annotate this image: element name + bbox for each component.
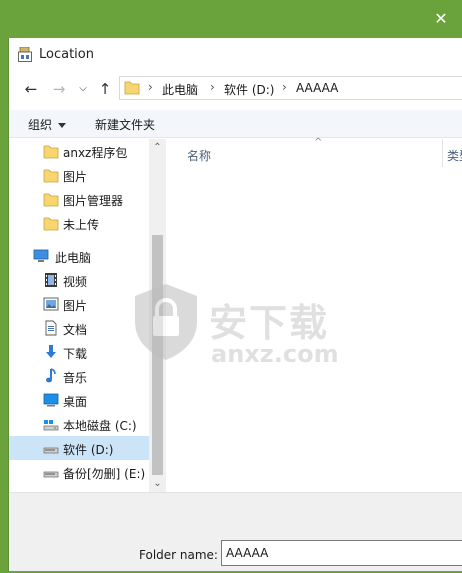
drive-icon — [43, 420, 59, 431]
tree-item-pictures[interactable]: 图片 — [9, 292, 149, 316]
folder-icon — [43, 193, 59, 207]
app-icon — [18, 47, 32, 62]
organize-button[interactable]: 组织 — [28, 116, 67, 133]
tree-item-label: 此电脑 — [55, 251, 92, 265]
tree-item-videos[interactable]: 视频 — [9, 268, 149, 292]
recent-locations-button[interactable]: ⌵ — [73, 78, 93, 100]
tree-item-not-uploaded[interactable]: 未上传 — [9, 211, 149, 235]
tree-item-label: 视频 — [63, 275, 88, 289]
back-button[interactable]: ← — [21, 78, 41, 100]
new-folder-button[interactable]: 新建文件夹 — [95, 116, 155, 133]
folder-icon — [43, 145, 59, 159]
arrow-left-icon: ← — [24, 80, 38, 98]
download-icon — [46, 345, 56, 358]
folder-icon — [43, 169, 59, 183]
breadcrumb-drive-d[interactable]: 软件 (D:) — [224, 81, 274, 98]
tree-item-desktop[interactable]: 桌面 — [9, 388, 149, 412]
breadcrumb-this-pc[interactable]: 此电脑 — [162, 81, 198, 98]
forward-button[interactable]: → — [49, 78, 69, 100]
shield-lock-icon — [135, 284, 197, 360]
bottom-panel: Folder name: — [9, 492, 462, 571]
address-bar[interactable]: › 此电脑 › 软件 (D:) › AAAAA — [119, 76, 462, 100]
tree-item-label: 文档 — [63, 323, 88, 337]
dialog-client: Location ← → ⌵ ↑ › 此电脑 › 软件 (D:) › AAAAA… — [8, 38, 462, 571]
tree-item-label: 图片管理器 — [63, 194, 124, 208]
pictures-icon — [43, 297, 59, 311]
watermark-en-text: anxz.com — [211, 340, 339, 368]
tree-item-drive-d[interactable]: 软件 (D:) — [9, 436, 149, 460]
chevron-down-icon: ⌵ — [79, 83, 87, 94]
breadcrumb-separator-icon: › — [282, 80, 287, 94]
tree-item-downloads[interactable]: 下载 — [9, 340, 149, 364]
breadcrumb-folder[interactable]: AAAAA — [296, 81, 338, 95]
music-icon — [46, 368, 56, 383]
folder-icon — [124, 81, 140, 95]
tree-item-drive-e[interactable]: 备份[勿删] (E:) — [9, 460, 149, 484]
column-header-name[interactable]: 名称 — [187, 147, 211, 164]
chevron-up-icon: ⌃ — [153, 142, 162, 153]
folder-name-input[interactable] — [221, 540, 462, 566]
breadcrumb-separator-icon: › — [148, 80, 153, 94]
column-divider[interactable] — [442, 139, 443, 167]
arrow-up-icon: ↑ — [98, 80, 112, 98]
tree-item-drive-c[interactable]: 本地磁盘 (C:) — [9, 412, 149, 436]
tree-item-label: 备份[勿删] (E:) — [63, 467, 146, 481]
tree-item-picture-manager[interactable]: 图片管理器 — [9, 187, 149, 211]
command-toolbar: 组织 新建文件夹 — [9, 110, 462, 138]
tree-item-label: 图片 — [63, 170, 88, 184]
desktop-icon — [43, 393, 59, 407]
video-icon — [45, 273, 57, 287]
tree-item-label: 音乐 — [63, 371, 88, 385]
close-button[interactable]: ✕ — [428, 8, 454, 30]
tree-item-label: 软件 (D:) — [63, 443, 114, 457]
arrow-right-icon: → — [52, 80, 66, 98]
tree-item-this-pc[interactable]: 此电脑 — [9, 244, 149, 268]
tree-item-label: anxz程序包 — [63, 146, 128, 160]
tree-item-label: 桌面 — [63, 395, 88, 409]
dialog-title: Location — [39, 47, 94, 62]
tree-item-label: 图片 — [63, 299, 88, 313]
title-bar[interactable]: ✕ — [0, 0, 462, 38]
dialog-title-row: Location — [9, 38, 462, 70]
computer-icon — [33, 249, 49, 262]
window-frame: ✕ Location ← → ⌵ ↑ › 此电脑 › 软件 (D:) › AAA… — [0, 0, 462, 573]
document-icon — [45, 320, 57, 336]
drive-icon — [43, 447, 59, 454]
tree-item-pictures-folder[interactable]: 图片 — [9, 163, 149, 187]
tree-item-label: 本地磁盘 (C:) — [63, 419, 137, 433]
up-button[interactable]: ↑ — [95, 78, 115, 100]
watermark: 安下载 anxz.com — [131, 282, 351, 372]
tree-item-music[interactable]: 音乐 — [9, 364, 149, 388]
tree-item-label: 未上传 — [63, 218, 100, 232]
caret-down-icon — [58, 123, 67, 128]
breadcrumb-separator-icon: › — [210, 80, 215, 94]
drive-icon — [43, 471, 59, 478]
folder-icon — [43, 217, 59, 231]
folder-name-label: Folder name: — [139, 548, 218, 562]
chevron-down-icon: ⌄ — [153, 478, 162, 489]
tree-item-label: 下载 — [63, 347, 88, 361]
navigation-bar: ← → ⌵ ↑ › 此电脑 › 软件 (D:) › AAAAA — [9, 74, 462, 104]
scroll-down-button[interactable]: ⌄ — [149, 475, 166, 492]
column-header-type[interactable]: 类型 — [447, 147, 462, 164]
organize-label: 组织 — [28, 118, 53, 132]
tree-item-documents[interactable]: 文档 — [9, 316, 149, 340]
tree-item-anxz[interactable]: anxz程序包 — [9, 139, 149, 163]
scroll-up-button[interactable]: ⌃ — [149, 139, 166, 156]
sort-ascending-icon: ^ — [314, 137, 323, 148]
watermark-cn-text: 安下载 — [209, 301, 330, 345]
